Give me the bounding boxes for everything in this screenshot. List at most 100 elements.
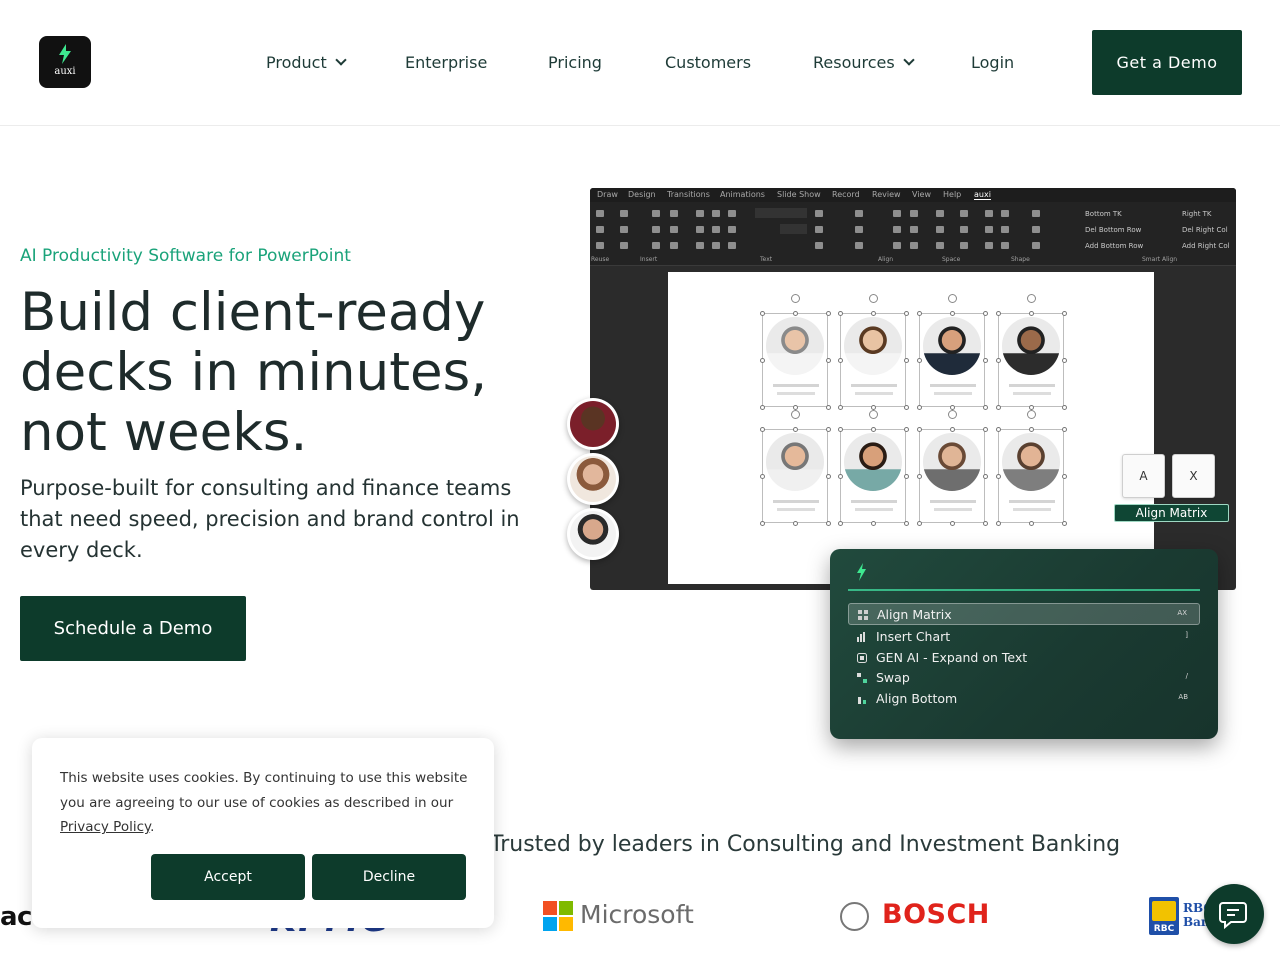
nav-enterprise[interactable]: Enterprise	[405, 50, 487, 74]
resize-handle	[1029, 311, 1034, 316]
resize-handle	[983, 311, 988, 316]
rotate-handle-icon	[1027, 410, 1036, 419]
team-card	[917, 410, 988, 526]
placeholder-line	[1013, 508, 1051, 511]
resize-handle	[838, 474, 843, 479]
resize-handle	[793, 427, 798, 432]
grid-icon	[858, 610, 868, 620]
resize-handle	[826, 311, 831, 316]
ribbon-tab: Slide Show	[777, 190, 821, 199]
nav-login[interactable]: Login	[971, 50, 1014, 74]
resize-handle	[917, 474, 922, 479]
placeholder-line	[777, 508, 815, 511]
ai-icon	[857, 653, 867, 663]
bosch-icon	[840, 902, 869, 931]
resize-handle	[826, 474, 831, 479]
placeholder-line	[855, 392, 893, 395]
ribbon-group-label: Shape	[1011, 256, 1030, 263]
nav-pricing[interactable]: Pricing	[548, 50, 602, 74]
palette-item-align-bottom[interactable]: Align Bottom AB	[848, 688, 1200, 710]
resize-handle	[904, 427, 909, 432]
palette-item-gen-ai[interactable]: GEN AI - Expand on Text	[848, 647, 1200, 669]
person-photo	[1002, 433, 1060, 491]
resize-handle	[904, 358, 909, 363]
resize-handle	[983, 521, 988, 526]
chevron-down-icon	[903, 53, 915, 66]
decline-button[interactable]: Decline	[312, 854, 466, 900]
hero-headline: Build client-ready decks in minutes, not…	[20, 282, 488, 463]
resize-handle	[760, 405, 765, 410]
nav-resources[interactable]: Resources	[813, 50, 915, 74]
trusted-heading: Trusted by leaders in Consulting and Inv…	[490, 832, 1121, 857]
team-card	[996, 294, 1067, 410]
resize-handle	[996, 405, 1001, 410]
chat-button[interactable]	[1204, 884, 1264, 944]
resize-handle	[826, 427, 831, 432]
ribbon-toolbar: Bottom TK Right TK Del Bottom Row Del Ri…	[590, 202, 1236, 266]
resize-handle	[838, 405, 843, 410]
person-photo	[844, 317, 902, 375]
resize-handle	[917, 311, 922, 316]
avatar	[567, 508, 619, 560]
palette-item-align-matrix[interactable]: Align Matrix AX	[848, 603, 1200, 625]
avatar	[567, 398, 619, 450]
app-preview-screenshot: Draw Design Transitions Animations Slide…	[590, 188, 1236, 590]
resize-handle	[760, 427, 765, 432]
accept-button[interactable]: Accept	[151, 854, 305, 900]
resize-handle	[917, 521, 922, 526]
palette-item-swap[interactable]: Swap /	[848, 667, 1200, 689]
palette-item-label: Swap	[876, 670, 910, 685]
auxi-logo[interactable]: auxi	[39, 36, 91, 88]
site-header: auxi Product Enterprise Pricing Customer…	[0, 0, 1280, 126]
nav-product[interactable]: Product	[266, 50, 347, 74]
hero-subheadline: Purpose-built for consulting and finance…	[20, 476, 520, 562]
resize-handle	[760, 474, 765, 479]
person-photo	[923, 433, 981, 491]
resize-handle	[917, 358, 922, 363]
ribbon-tab: Review	[872, 190, 901, 199]
resize-handle	[904, 521, 909, 526]
resize-handle	[950, 427, 955, 432]
resize-handle	[1062, 474, 1067, 479]
palette-item-shortcut: ]	[1185, 631, 1188, 639]
resize-handle	[760, 521, 765, 526]
person-photo	[923, 317, 981, 375]
rotate-handle-icon	[791, 410, 800, 419]
cookie-text: This website uses cookies. By continuing…	[60, 766, 470, 840]
rotate-handle-icon	[869, 294, 878, 303]
ribbon-tab: Design	[628, 190, 656, 199]
placeholder-line	[855, 508, 893, 511]
resize-handle	[983, 427, 988, 432]
nav-customers-label: Customers	[665, 52, 752, 72]
resize-handle	[983, 358, 988, 363]
team-card	[760, 410, 831, 526]
resize-handle	[1062, 311, 1067, 316]
nav-pricing-label: Pricing	[548, 52, 602, 72]
microsoft-logo: Microsoft	[580, 900, 694, 929]
ribbon-cmd: Del Bottom Row	[1085, 226, 1142, 234]
palette-item-insert-chart[interactable]: Insert Chart ]	[848, 626, 1200, 648]
resize-handle	[950, 311, 955, 316]
palette-item-shortcut: AB	[1178, 693, 1188, 701]
palette-item-shortcut: AX	[1177, 609, 1187, 617]
nav-customers[interactable]: Customers	[665, 50, 751, 74]
resize-handle	[1062, 358, 1067, 363]
privacy-policy-link[interactable]: Privacy Policy	[60, 819, 150, 835]
resize-handle	[826, 521, 831, 526]
logo-wordmark: auxi	[54, 66, 76, 77]
nav-product-label: Product	[266, 52, 327, 72]
resize-handle	[904, 311, 909, 316]
placeholder-line	[773, 384, 819, 387]
placeholder-line	[1009, 500, 1055, 503]
resize-handle	[871, 521, 876, 526]
get-demo-button[interactable]: Get a Demo	[1092, 30, 1242, 95]
ribbon-cmd: Add Bottom Row	[1085, 242, 1144, 250]
placeholder-line	[1013, 392, 1051, 395]
ribbon-group-label: Space	[942, 256, 961, 263]
placeholder-line	[773, 500, 819, 503]
resize-handle	[1029, 521, 1034, 526]
rotate-handle-icon	[1027, 294, 1036, 303]
bosch-logo: BOSCH	[882, 899, 990, 930]
schedule-demo-button[interactable]: Schedule a Demo	[20, 596, 246, 661]
resize-handle	[950, 521, 955, 526]
